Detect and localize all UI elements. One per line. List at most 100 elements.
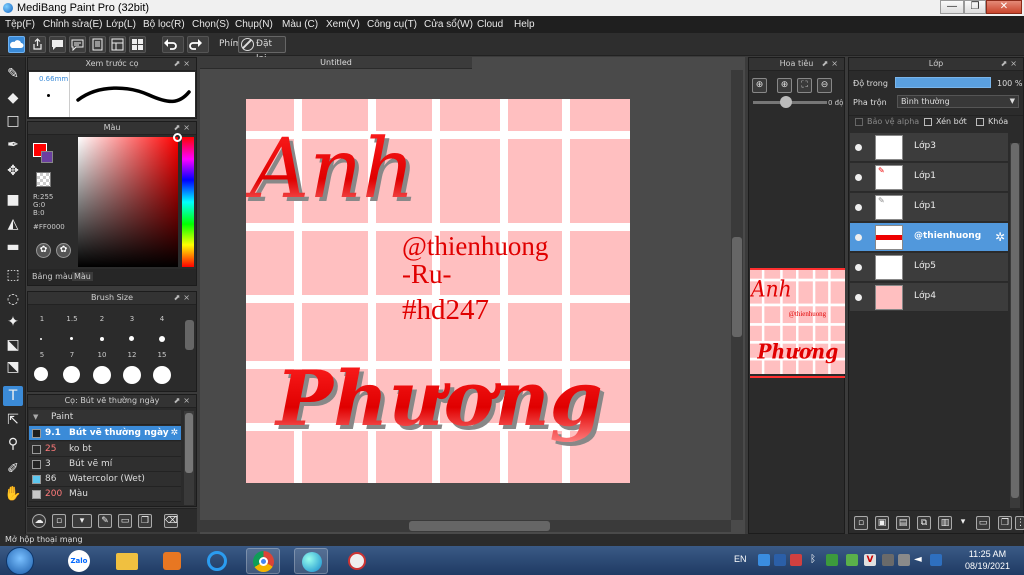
select-eraser-icon[interactable]: ⬔ <box>3 357 23 377</box>
size-dot[interactable] <box>123 366 141 384</box>
size-dot[interactable] <box>159 336 165 342</box>
bluetooth-icon[interactable]: ᛒ <box>810 554 822 566</box>
new-brush-icon[interactable]: ▫ <box>52 514 66 528</box>
brush-size-scrollbar[interactable] <box>185 320 194 350</box>
panel-controls-icon[interactable]: ⬈× <box>1001 58 1020 70</box>
panel-controls-icon[interactable]: ⬈× <box>174 58 193 70</box>
saturation-value-field[interactable] <box>78 133 182 267</box>
size-dot[interactable] <box>153 366 171 384</box>
tray-icon[interactable]: V <box>864 554 876 566</box>
visibility-icon[interactable] <box>855 204 862 211</box>
duplicate-icon[interactable]: ❐ <box>138 514 152 528</box>
transparent-color-swatch[interactable] <box>36 172 51 187</box>
trash-icon[interactable]: ⌫ <box>164 514 178 528</box>
menu-tools[interactable]: Công cụ(T) <box>367 19 417 30</box>
reset-button[interactable]: Đặt lại <box>238 36 286 64</box>
panel-controls-icon[interactable]: ⬈× <box>174 395 193 407</box>
brush-item[interactable]: 86 Watercolor (Wet) <box>29 472 181 487</box>
size-option[interactable]: 15 <box>149 351 175 359</box>
size-option[interactable]: 5 <box>29 351 55 359</box>
brush-item[interactable]: 3 Bút vẽ mí <box>29 457 181 472</box>
layer-item[interactable]: ✎ Lớp1 <box>850 193 1008 222</box>
size-option[interactable]: 1 <box>29 315 55 323</box>
layer-item[interactable]: Lớp4 <box>850 283 1008 312</box>
tray-icon[interactable] <box>790 554 802 566</box>
maximize-button[interactable]: ❐ <box>964 0 986 14</box>
brush-list-scrollbar[interactable] <box>184 411 194 505</box>
size-option[interactable]: 4 <box>149 315 175 323</box>
pen-tool-icon[interactable]: ✒ <box>3 135 23 155</box>
eraser-tool-icon[interactable]: ◆ <box>3 88 23 108</box>
comment-icon[interactable] <box>69 36 86 53</box>
shape-tool-icon[interactable]: □ <box>3 111 23 131</box>
size-option[interactable]: 2 <box>89 315 115 323</box>
layer-item[interactable]: Lớp5 <box>850 253 1008 282</box>
tray-icon[interactable] <box>882 554 894 566</box>
import-image-icon[interactable]: ▥ <box>938 516 952 530</box>
canvas-vertical-thumb[interactable] <box>732 237 742 337</box>
new-halftone-layer-icon[interactable]: ▤ <box>896 516 910 530</box>
tray-icon[interactable] <box>930 554 942 566</box>
layer-item[interactable]: Lớp3 <box>850 133 1008 162</box>
new-color-layer-icon[interactable]: ▣ <box>875 516 889 530</box>
menu-capture[interactable]: Chụp(N) <box>235 19 273 30</box>
size-dot[interactable] <box>34 367 48 381</box>
file-explorer-taskbar-icon[interactable] <box>110 548 144 574</box>
fill-rect-tool-icon[interactable]: ■ <box>3 190 23 210</box>
document-icon[interactable] <box>89 36 106 53</box>
visibility-icon[interactable] <box>855 144 862 151</box>
brush-tool-icon[interactable]: ✎ <box>3 64 23 84</box>
layer-scroll-thumb[interactable] <box>1011 143 1019 498</box>
layer-item[interactable]: ✎ Lớp1 <box>850 163 1008 192</box>
size-dot[interactable] <box>70 337 73 340</box>
tray-icon[interactable] <box>774 554 786 566</box>
brush-item[interactable]: 200 Màu <box>29 487 181 502</box>
visibility-icon[interactable] <box>855 294 862 301</box>
visibility-icon[interactable] <box>855 264 862 271</box>
panel-controls-icon[interactable]: ⬈× <box>822 58 841 70</box>
dropper-tool-icon[interactable]: ⚲ <box>3 434 23 454</box>
select-pen-icon[interactable]: ⬕ <box>3 335 23 355</box>
start-button[interactable] <box>6 547 34 575</box>
menu-file[interactable]: Tệp(F) <box>5 19 35 30</box>
tray-icon[interactable] <box>826 554 838 566</box>
canvas-area[interactable]: Untitled Anh Anh @thienhuong -Ru- #hd247… <box>200 57 745 534</box>
menu-arrow-icon[interactable]: ▾ <box>955 516 971 530</box>
zoom-in-icon[interactable]: ⊕ <box>752 78 767 93</box>
menu-cloud[interactable]: Cloud <box>477 19 503 30</box>
bucket-tool-icon[interactable]: ◭ <box>3 214 23 234</box>
size-option[interactable]: 7 <box>59 351 85 359</box>
menu-edit[interactable]: Chỉnh sửa(E) <box>43 19 103 30</box>
gradient-tool-icon[interactable]: ▬ <box>3 237 23 257</box>
minimize-button[interactable]: — <box>940 0 964 14</box>
lock-checkbox[interactable] <box>976 118 984 126</box>
menu-filter[interactable]: Bộ lọc(R) <box>143 19 185 30</box>
tab-palette[interactable]: Bảng màu <box>30 272 75 281</box>
lasso-tool-icon[interactable]: ◌ <box>3 289 23 309</box>
cloud-brush-icon[interactable]: ☁ <box>32 514 46 528</box>
size-dot[interactable] <box>100 337 104 341</box>
tray-icon[interactable] <box>846 554 858 566</box>
new-layer-icon[interactable]: ▫ <box>854 516 868 530</box>
cloud-icon[interactable] <box>8 36 25 53</box>
duplicate-layer-icon[interactable]: ⧉ <box>917 516 931 530</box>
brush-group-header[interactable]: ▼ Paint <box>29 410 181 425</box>
hand-tool-icon[interactable]: ✋ <box>3 484 23 504</box>
size-option[interactable]: 12 <box>119 351 145 359</box>
panel-controls-icon[interactable]: ⬈× <box>174 292 193 304</box>
scroll-thumb[interactable] <box>185 413 193 473</box>
text-tool-icon[interactable]: T <box>3 386 23 406</box>
move-tool-icon[interactable]: ✥ <box>3 161 23 181</box>
size-dot[interactable] <box>63 366 80 383</box>
canvas-horizontal-thumb[interactable] <box>409 521 550 531</box>
grid-icon[interactable] <box>129 36 146 53</box>
zoom-out-icon[interactable]: ⊕ <box>777 78 792 93</box>
undo-icon[interactable] <box>162 36 184 53</box>
share-icon[interactable] <box>29 36 46 53</box>
gear-icon[interactable]: ✲ <box>170 426 178 440</box>
add-brush-menu-icon[interactable]: ▾ <box>72 514 92 528</box>
clock[interactable]: 11:25 AM 08/19/2021 <box>965 548 1010 572</box>
tray-icon[interactable] <box>758 554 770 566</box>
layer-item[interactable]: @thienhuong ✲ <box>850 223 1008 252</box>
paint-taskbar-icon[interactable] <box>340 548 374 574</box>
